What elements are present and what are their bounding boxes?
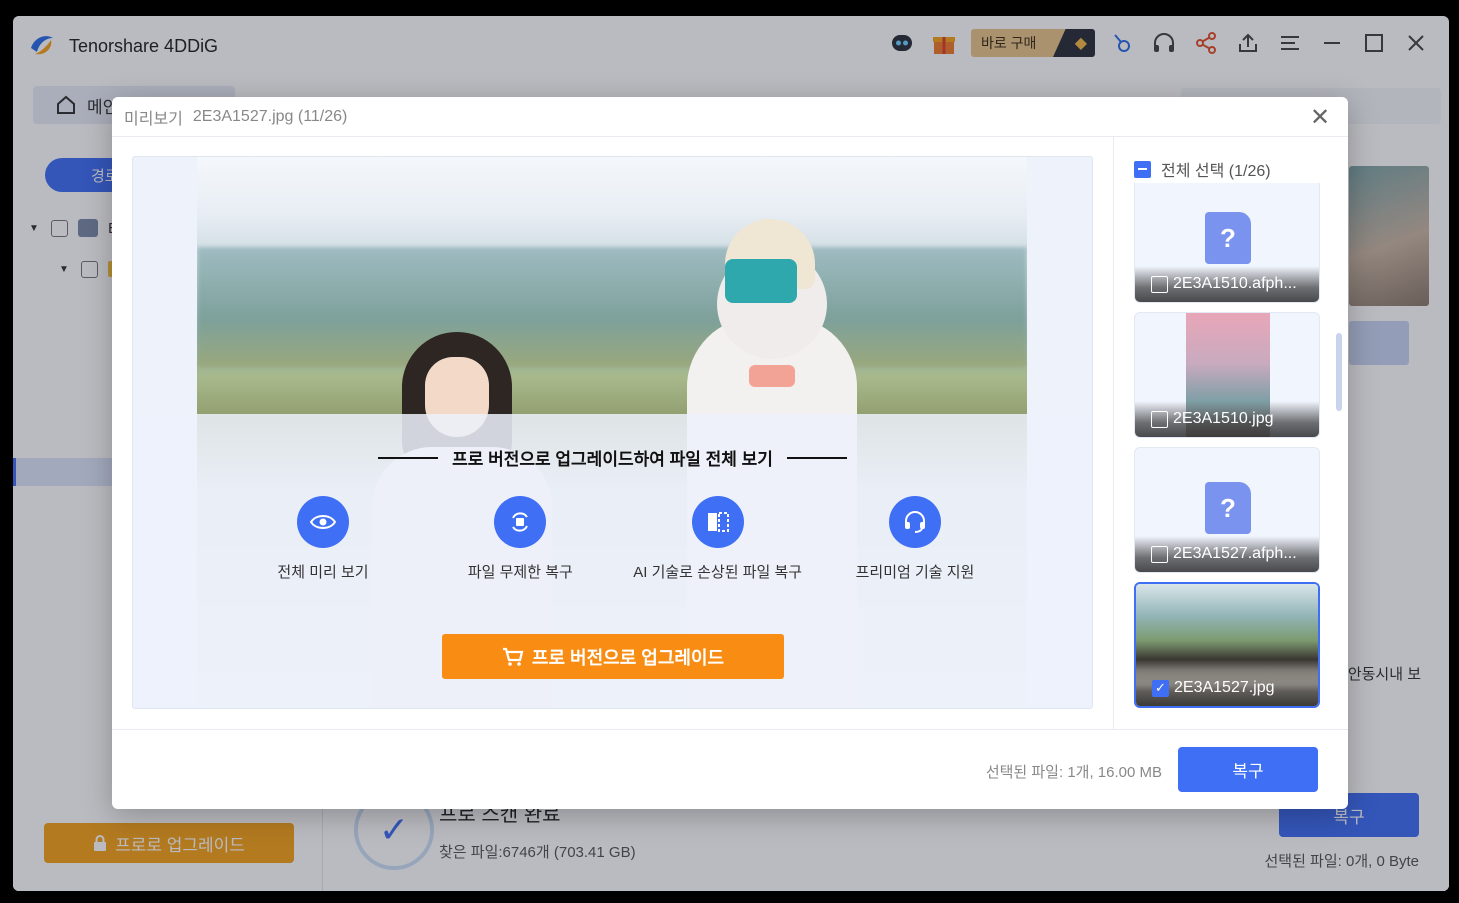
- recover-button[interactable]: 복구: [1178, 747, 1318, 792]
- cart-icon: [502, 647, 524, 666]
- feature-item: AI 기술로 손상된 파일 복구: [628, 496, 808, 583]
- thumbnail-caption: 2E3A1527.afph...: [1135, 536, 1319, 572]
- thumbnail-checkbox-checked[interactable]: ✓: [1152, 679, 1169, 697]
- thumbnail-name: 2E3A1510.afph...: [1173, 275, 1297, 292]
- thumbnail-checkbox[interactable]: [1151, 545, 1168, 563]
- thumbnail-item[interactable]: ? 2E3A1510.afph...: [1134, 183, 1320, 303]
- thumbnail-list: ? 2E3A1510.afph... 2E3A1510.jpg ? 2E3A15…: [1134, 183, 1320, 711]
- thumbnail-item-selected[interactable]: ✓ 2E3A1527.jpg: [1134, 582, 1320, 708]
- restore-icon: [494, 496, 547, 548]
- dialog-footer: 선택된 파일: 1개, 16.00 MB 복구: [112, 729, 1348, 809]
- ai-repair-icon: [691, 496, 744, 548]
- headset-icon: [888, 496, 941, 548]
- dialog-header: 미리보기 2E3A1527.jpg (11/26): [112, 97, 1348, 137]
- thumbnail-name: 2E3A1527.jpg: [1174, 679, 1275, 696]
- unknown-file-icon: ?: [1205, 482, 1251, 534]
- thumbnail-panel: 전체 선택 (1/26) ? 2E3A1510.afph... 2E3A1510…: [1113, 137, 1348, 729]
- select-all-toggle[interactable]: 전체 선택 (1/26): [1134, 157, 1271, 181]
- promo-title: 프로 버전으로 업그레이드하여 파일 전체 보기: [133, 445, 1092, 470]
- thumbnail-caption: 2E3A1510.afph...: [1135, 266, 1319, 302]
- dialog-title: 미리보기: [124, 110, 183, 128]
- unknown-file-icon: ?: [1205, 212, 1251, 264]
- dialog-filename: 2E3A1527.jpg (11/26): [192, 107, 348, 125]
- preview-pane: 프로 버전으로 업그레이드하여 파일 전체 보기 전체 미리 보기 파일 무제한…: [132, 156, 1093, 709]
- thumbnail-name: 2E3A1527.afph...: [1173, 545, 1297, 562]
- thumbnail-checkbox[interactable]: [1151, 275, 1168, 293]
- feature-label: 프리미엄 기술 지원: [855, 564, 975, 581]
- feature-item: 프리미엄 기술 지원: [825, 496, 1005, 583]
- feature-label: 전체 미리 보기: [277, 564, 369, 581]
- eye-icon: [297, 496, 349, 548]
- feature-list: 전체 미리 보기 파일 무제한 복구 AI 기술로 손상된 파일 복구 프리미엄…: [233, 496, 1005, 583]
- feature-item: 파일 무제한 복구: [430, 496, 610, 583]
- thumbnail-item[interactable]: 2E3A1510.jpg: [1134, 312, 1320, 438]
- feature-label: AI 기술로 손상된 파일 복구: [633, 564, 803, 581]
- promo-title-text: 프로 버전으로 업그레이드하여 파일 전체 보기: [452, 450, 773, 469]
- thumbnail-caption: ✓ 2E3A1527.jpg: [1136, 670, 1318, 706]
- feature-item: 전체 미리 보기: [233, 496, 413, 583]
- select-all-checkbox[interactable]: [1134, 160, 1151, 178]
- thumbnail-name: 2E3A1510.jpg: [1173, 410, 1274, 427]
- thumbnail-item[interactable]: ? 2E3A1527.afph...: [1134, 447, 1320, 573]
- thumbnail-scrollbar[interactable]: [1336, 333, 1342, 411]
- preview-dialog: 미리보기 2E3A1527.jpg (11/26) ✕ 프로 버전으로 업그레이…: [112, 97, 1348, 809]
- upgrade-pro-label: 프로 버전으로 업그레이드: [531, 647, 725, 668]
- thumbnail-caption: 2E3A1510.jpg: [1135, 401, 1319, 437]
- close-dialog-icon[interactable]: ✕: [1306, 103, 1334, 131]
- select-all-label: 전체 선택 (1/26): [1161, 163, 1271, 180]
- upgrade-pro-button[interactable]: 프로 버전으로 업그레이드: [442, 634, 784, 679]
- selected-files-info: 선택된 파일: 1개, 16.00 MB: [985, 764, 1162, 781]
- upgrade-promo: 프로 버전으로 업그레이드하여 파일 전체 보기 전체 미리 보기 파일 무제한…: [133, 414, 1092, 708]
- thumbnail-checkbox[interactable]: [1151, 410, 1168, 428]
- feature-label: 파일 무제한 복구: [467, 564, 573, 581]
